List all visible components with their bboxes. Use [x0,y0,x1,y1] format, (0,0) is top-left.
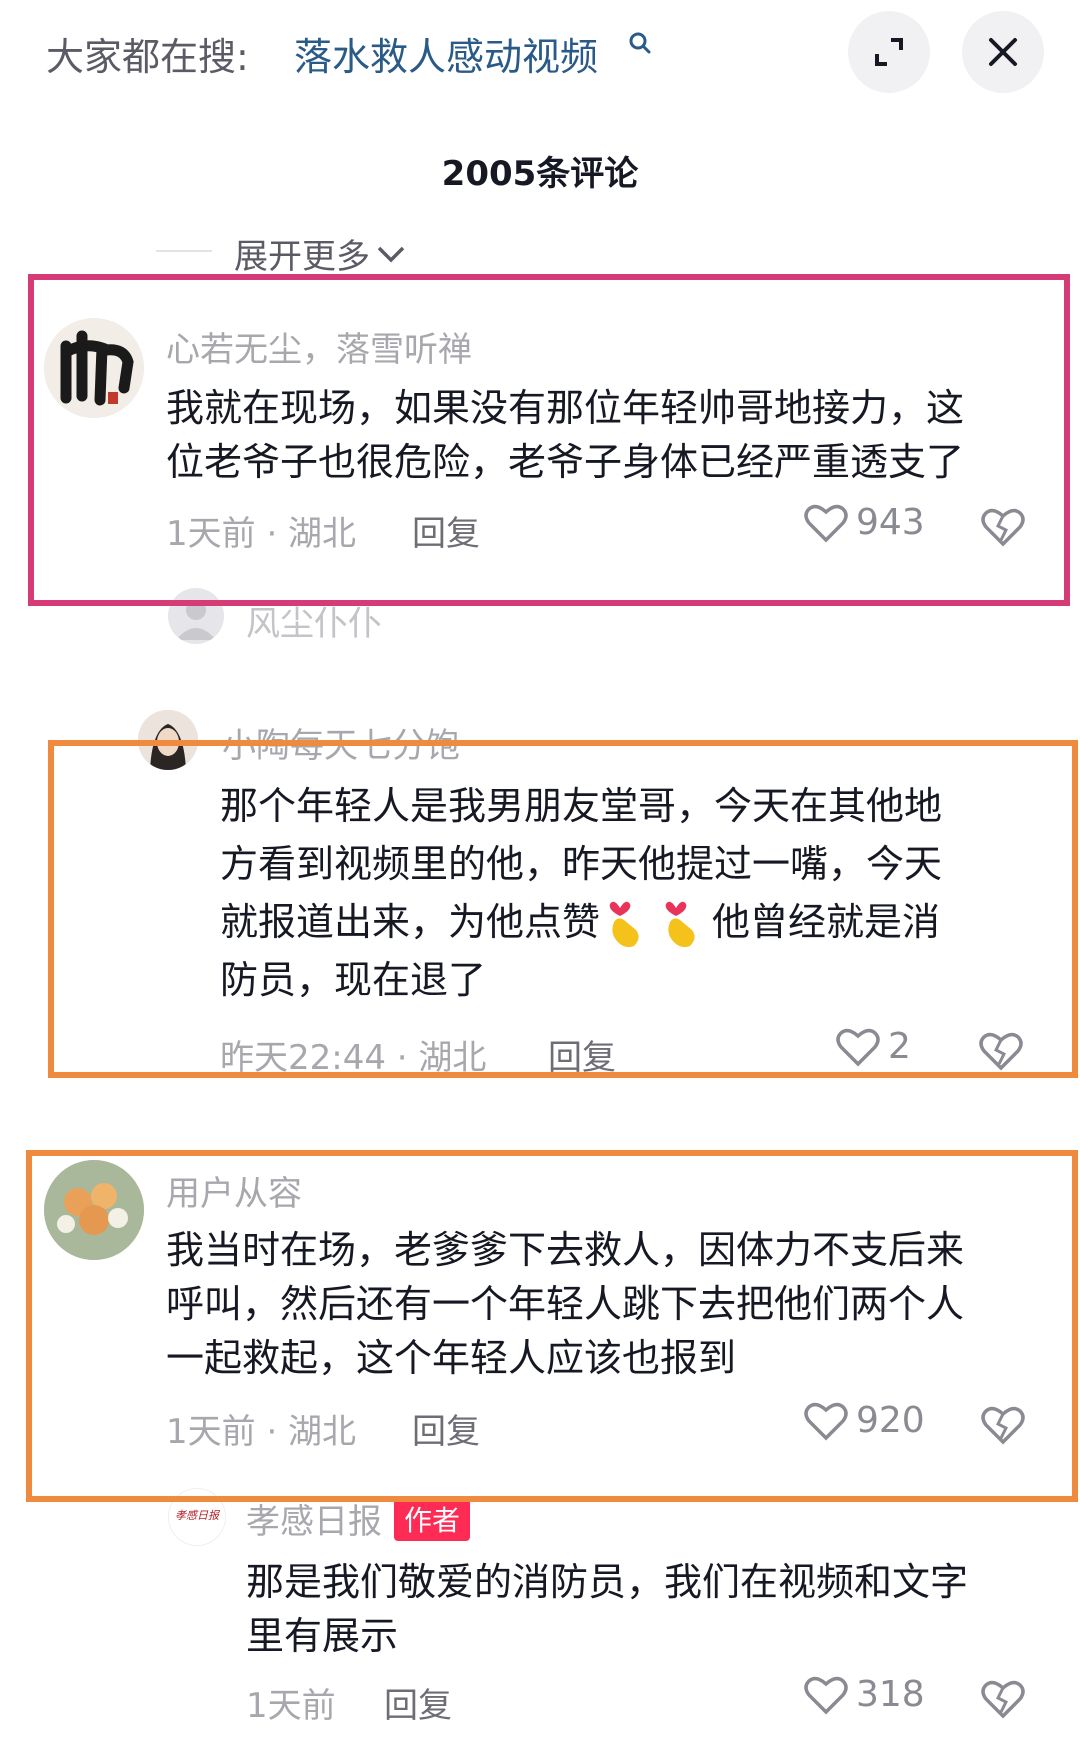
close-icon [989,38,1017,66]
like-count: 318 [856,1674,925,1715]
highlight-box-orange [48,740,1078,1078]
search-icon[interactable] [626,30,656,60]
highlight-box-pink [28,274,1070,606]
dislike-icon[interactable] [980,1678,1026,1720]
like-button[interactable]: 318 [804,1674,925,1715]
logo-text: 孝感日报 [175,1509,221,1522]
close-button[interactable] [962,11,1044,93]
chevron-down-icon [377,246,405,262]
trending-search-link[interactable]: 落水救人感动视频 [294,26,598,81]
comment-text: 那是我们敬爱的消防员，我们在视频和文字 [246,1560,969,1604]
expand-more-label: 展开更多 [234,237,370,277]
search-prefix: 大家都在搜: [46,35,249,79]
expand-icon [875,38,903,66]
reply-button[interactable]: 回复 [384,1678,452,1727]
heart-icon [804,1676,848,1714]
highlight-box-orange [26,1150,1078,1502]
comment-count-title: 2005条评论 [441,154,639,194]
comment-time: 1天前 [246,1686,336,1726]
expand-more-button[interactable]: 展开更多 [234,229,406,278]
author-badge: 作者 [394,1496,471,1541]
comment-text: 里有展示 [246,1614,399,1658]
fullscreen-button[interactable] [848,11,930,93]
divider [156,250,212,252]
